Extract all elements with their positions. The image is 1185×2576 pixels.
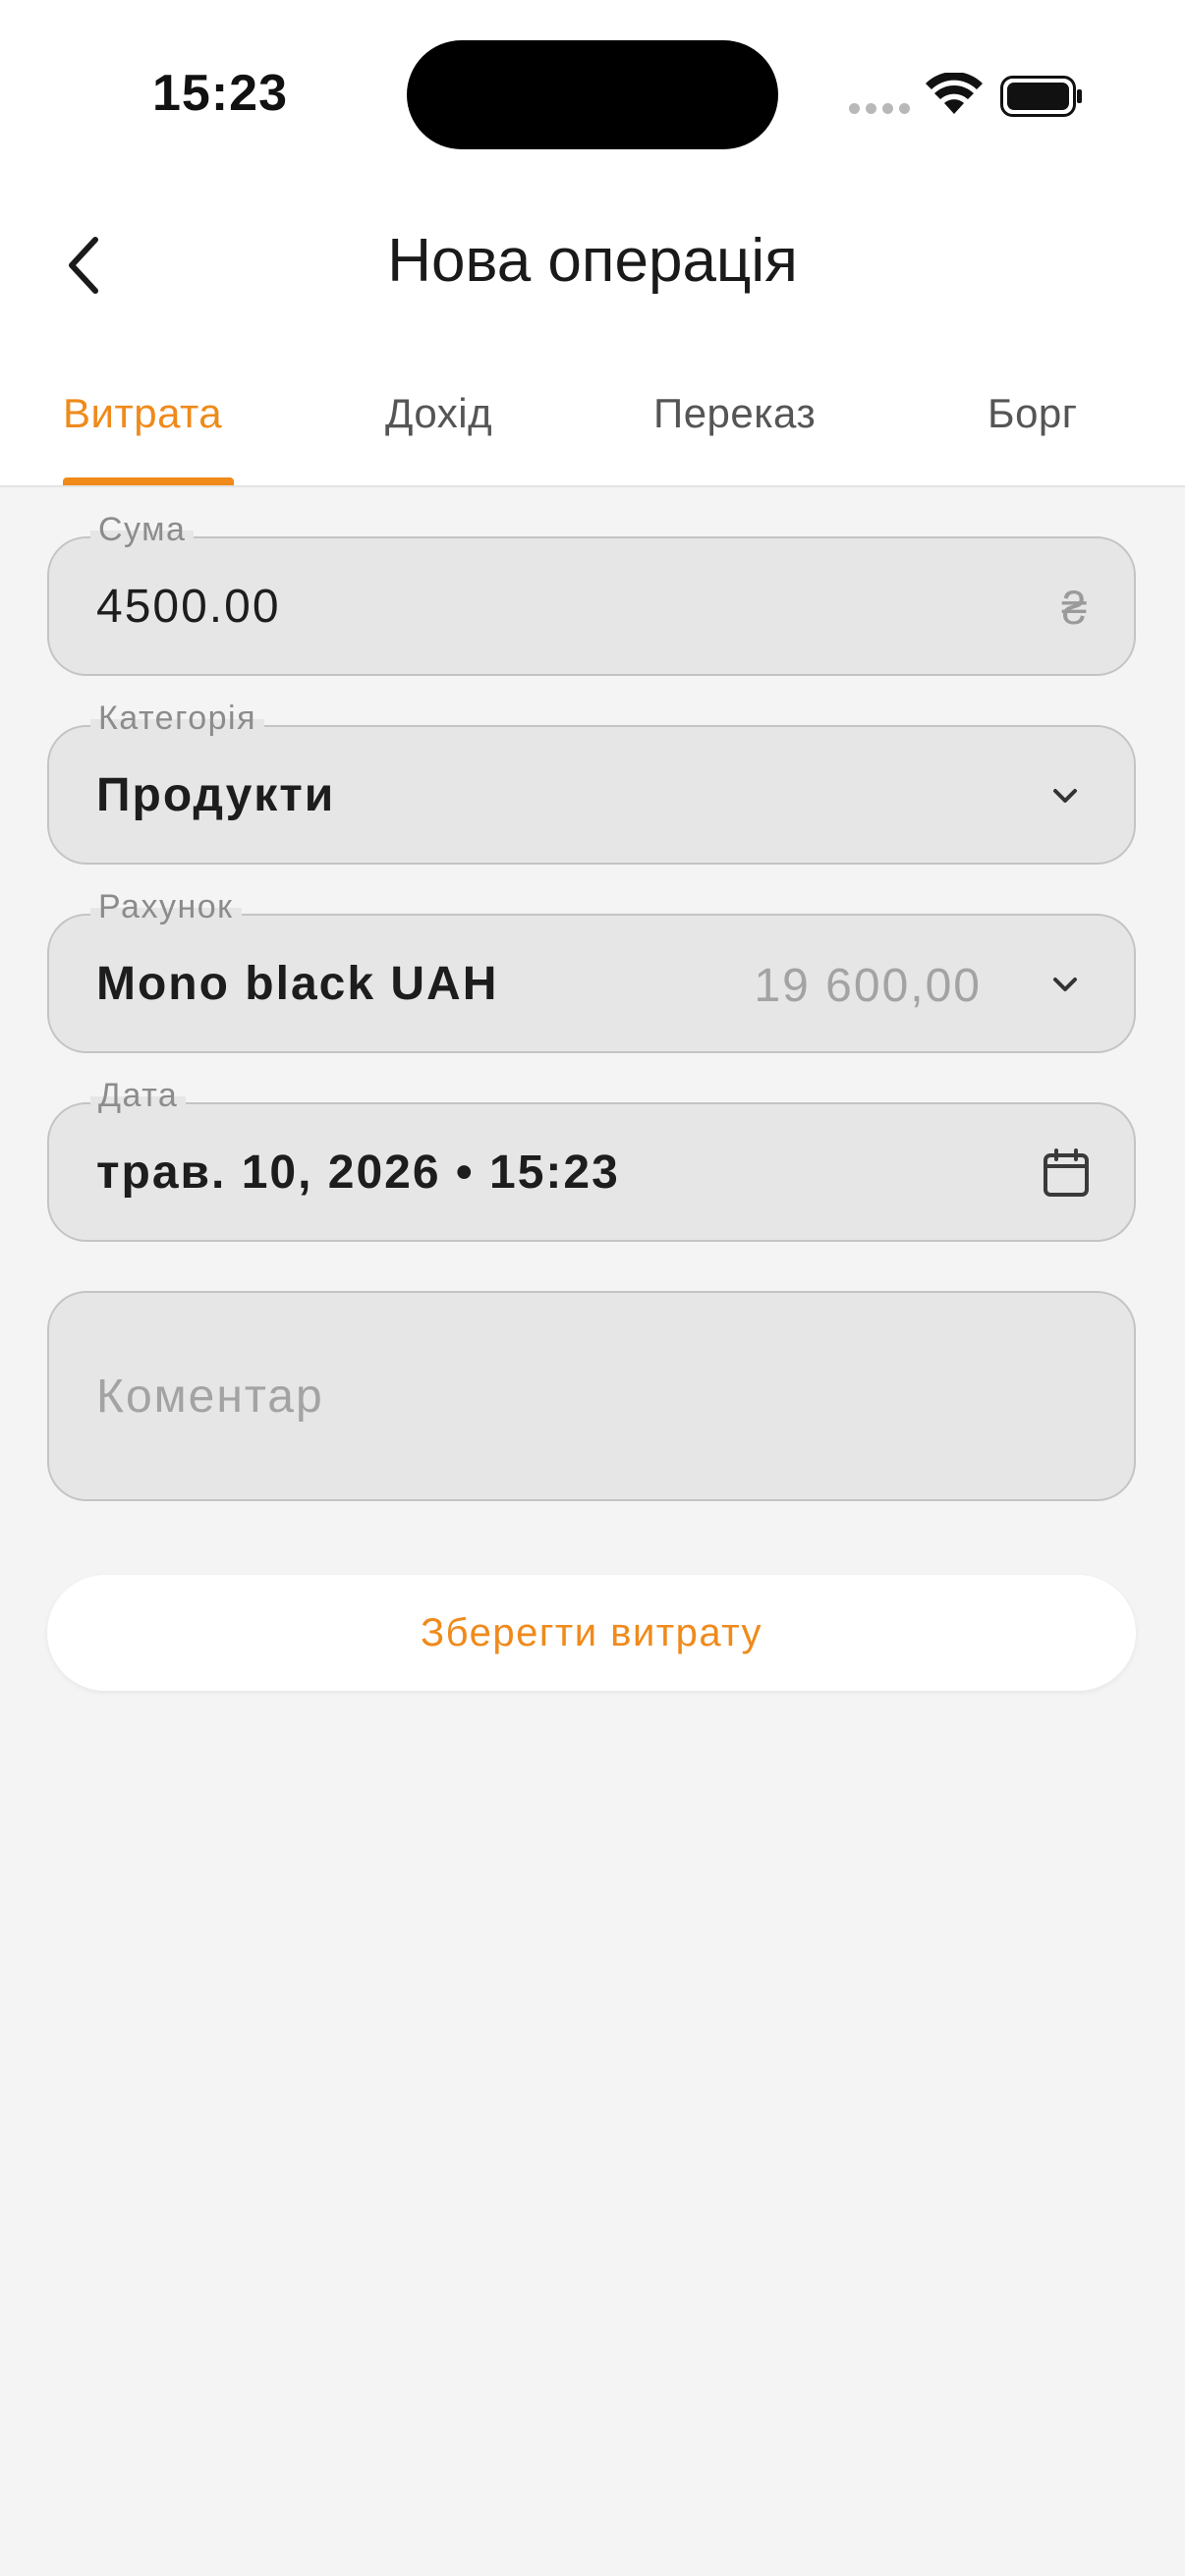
chevron-down-icon xyxy=(1053,978,1077,991)
date-picker-field[interactable]: Дата трав. 10, 2026 • 15:23 xyxy=(47,1071,1136,1242)
amount-field[interactable]: Сума 4500.00 ₴ xyxy=(47,505,1136,676)
date-label: Дата xyxy=(90,1071,187,1120)
save-expense-button[interactable]: Зберегти витрату xyxy=(47,1575,1136,1691)
tab-transfer[interactable]: Переказ xyxy=(653,390,816,437)
category-select[interactable]: Категорія Продукти xyxy=(47,694,1136,865)
date-value: трав. 10, 2026 • 15:23 xyxy=(96,1147,620,1199)
tab-income[interactable]: Дохід xyxy=(385,390,492,437)
dynamic-island xyxy=(407,40,778,149)
account-select[interactable]: Рахунок Mono black UAH 19 600,00 xyxy=(47,882,1136,1053)
active-tab-indicator xyxy=(63,477,234,485)
account-value: Mono black UAH xyxy=(96,958,499,1010)
page-title: Нова операція xyxy=(387,227,798,295)
account-balance: 19 600,00 xyxy=(754,960,982,1012)
tab-expense[interactable]: Витрата xyxy=(63,390,222,437)
header: 15:23 Нова операція Витрата Дохід Перека… xyxy=(0,0,1185,487)
cellular-signal-icon xyxy=(849,103,910,114)
category-value: Продукти xyxy=(96,769,336,821)
chevron-down-icon xyxy=(1053,789,1077,803)
calendar-icon[interactable] xyxy=(1042,1148,1091,1199)
comment-placeholder: Коментар xyxy=(96,1371,324,1423)
wifi-icon xyxy=(926,73,983,114)
amount-value: 4500.00 xyxy=(96,581,281,633)
battery-icon xyxy=(1000,76,1082,117)
status-time: 15:23 xyxy=(152,65,288,122)
account-label: Рахунок xyxy=(90,882,242,931)
comment-input[interactable]: Коментар xyxy=(47,1291,1136,1501)
operation-type-tabs: Витрата Дохід Переказ Борг xyxy=(0,378,1185,485)
currency-symbol: ₴ xyxy=(1061,583,1087,634)
amount-label: Сума xyxy=(90,505,195,554)
tab-debt[interactable]: Борг xyxy=(988,390,1078,437)
category-label: Категорія xyxy=(90,694,265,743)
